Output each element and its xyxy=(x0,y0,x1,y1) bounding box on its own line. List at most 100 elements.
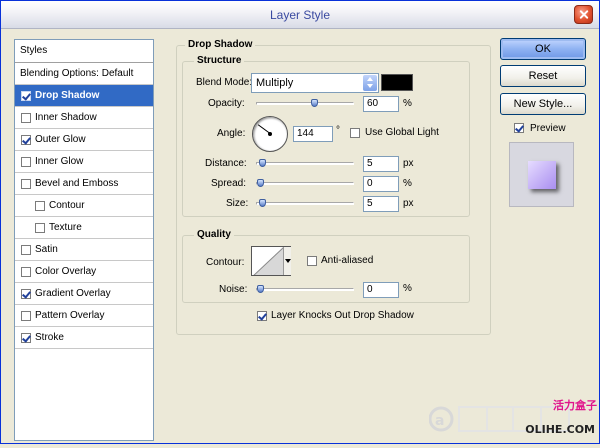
spread-input[interactable]: 0 xyxy=(363,176,399,192)
opacity-slider-thumb[interactable] xyxy=(311,99,318,107)
opacity-unit: % xyxy=(403,98,412,109)
size-unit: px xyxy=(403,198,414,209)
new-style-button[interactable]: New Style... xyxy=(500,93,586,115)
style-item-pattern-overlay[interactable]: Pattern Overlay xyxy=(15,305,153,327)
anti-aliased-label: Anti-aliased xyxy=(321,255,374,266)
blend-mode-value: Multiply xyxy=(256,77,294,89)
style-item-inner-shadow[interactable]: Inner Shadow xyxy=(15,107,153,129)
style-item-inner-glow[interactable]: Inner Glow xyxy=(15,151,153,173)
style-item-drop-shadow[interactable]: Drop Shadow xyxy=(15,85,153,107)
style-item-gradient-overlay[interactable]: Gradient Overlay xyxy=(15,283,153,305)
style-item-checkbox[interactable] xyxy=(21,157,31,167)
drop-shadow-title: Drop Shadow xyxy=(185,39,256,50)
watermark: a 活力盒子 OLIHE.COM xyxy=(428,397,600,445)
style-item-label: Bevel and Emboss xyxy=(35,178,119,189)
style-item-label: Satin xyxy=(35,244,58,255)
watermark-brand-cn: 活力盒子 xyxy=(553,399,597,412)
style-item-bevel-and-emboss[interactable]: Bevel and Emboss xyxy=(15,173,153,195)
angle-dial-center xyxy=(268,132,272,136)
title-bar[interactable]: Layer Style xyxy=(1,1,599,29)
style-item-label: Drop Shadow xyxy=(35,90,100,101)
style-item-checkbox[interactable] xyxy=(21,333,31,343)
anti-aliased-checkbox[interactable] xyxy=(307,256,317,266)
watermark-brand-en: OLIHE.COM xyxy=(525,423,595,436)
style-item-checkbox[interactable] xyxy=(21,267,31,277)
style-item-label: Stroke xyxy=(35,332,64,343)
style-item-label: Inner Shadow xyxy=(35,112,97,123)
style-item-checkbox[interactable] xyxy=(21,311,31,321)
style-item-checkbox[interactable] xyxy=(35,223,45,233)
style-item-label: Texture xyxy=(49,222,82,233)
contour-dropdown-arrow-icon[interactable] xyxy=(283,247,291,275)
style-preview-square xyxy=(528,161,556,189)
use-global-light-checkbox[interactable] xyxy=(350,128,360,138)
layer-style-dialog: Layer Style Styles Blending Options: Def… xyxy=(0,0,600,444)
opacity-label: Opacity: xyxy=(208,98,245,109)
spread-slider-thumb[interactable] xyxy=(257,179,264,187)
contour-label: Contour: xyxy=(206,257,245,268)
styles-list: Styles Blending Options: Default Drop Sh… xyxy=(14,39,154,441)
style-item-label: Color Overlay xyxy=(35,266,97,277)
style-item-label: Pattern Overlay xyxy=(35,310,105,321)
reset-button[interactable]: Reset xyxy=(500,65,586,87)
structure-title: Structure xyxy=(194,55,245,66)
style-item-checkbox[interactable] xyxy=(21,289,31,299)
layer-knocks-out-checkbox[interactable] xyxy=(257,311,267,321)
noise-label: Noise: xyxy=(219,284,248,295)
spread-unit: % xyxy=(403,178,412,189)
style-item-texture[interactable]: Texture xyxy=(15,217,153,239)
style-item-checkbox[interactable] xyxy=(21,245,31,255)
close-button[interactable] xyxy=(574,5,593,24)
size-slider[interactable] xyxy=(256,199,354,207)
contour-curve-icon xyxy=(253,247,285,275)
opacity-slider[interactable] xyxy=(256,99,354,107)
size-slider-thumb[interactable] xyxy=(259,199,266,207)
angle-label: Angle: xyxy=(217,128,246,139)
distance-input[interactable]: 5 xyxy=(363,156,399,172)
style-item-color-overlay[interactable]: Color Overlay xyxy=(15,261,153,283)
angle-unit: ° xyxy=(336,125,340,136)
distance-slider-thumb[interactable] xyxy=(259,159,266,167)
shadow-color-swatch[interactable] xyxy=(381,74,413,91)
svg-text:a: a xyxy=(435,413,444,429)
style-item-checkbox[interactable] xyxy=(21,91,31,101)
distance-label: Distance: xyxy=(205,158,247,169)
angle-dial[interactable] xyxy=(252,116,288,152)
window-title: Layer Style xyxy=(269,8,331,22)
style-preview-thumbnail xyxy=(509,142,574,207)
use-global-light-label: Use Global Light xyxy=(365,127,439,138)
blend-mode-label: Blend Mode: xyxy=(196,77,253,88)
preview-checkbox[interactable] xyxy=(514,123,524,133)
angle-input[interactable]: 144 xyxy=(293,126,333,142)
style-item-satin[interactable]: Satin xyxy=(15,239,153,261)
distance-unit: px xyxy=(403,158,414,169)
quality-title: Quality xyxy=(194,229,234,240)
style-item-label: Contour xyxy=(49,200,85,211)
noise-slider[interactable] xyxy=(256,285,354,293)
noise-unit: % xyxy=(403,283,412,294)
layer-knocks-out-label: Layer Knocks Out Drop Shadow xyxy=(271,310,414,321)
style-item-checkbox[interactable] xyxy=(35,201,45,211)
style-item-label: Inner Glow xyxy=(35,156,84,167)
noise-slider-thumb[interactable] xyxy=(257,285,264,293)
preview-label: Preview xyxy=(530,123,566,134)
noise-input[interactable]: 0 xyxy=(363,282,399,298)
spread-slider[interactable] xyxy=(256,179,354,187)
opacity-input[interactable]: 60 xyxy=(363,96,399,112)
distance-slider[interactable] xyxy=(256,159,354,167)
style-item-checkbox[interactable] xyxy=(21,113,31,123)
style-item-contour[interactable]: Contour xyxy=(15,195,153,217)
style-item-checkbox[interactable] xyxy=(21,135,31,145)
style-item-checkbox[interactable] xyxy=(21,179,31,189)
style-item-stroke[interactable]: Stroke xyxy=(15,327,153,349)
styles-list-header[interactable]: Styles xyxy=(15,40,153,63)
blend-mode-select[interactable]: Multiply xyxy=(251,73,379,93)
style-item-label: Outer Glow xyxy=(35,134,86,145)
size-label: Size: xyxy=(226,198,249,209)
ok-button[interactable]: OK xyxy=(500,38,586,60)
blending-options-item[interactable]: Blending Options: Default xyxy=(15,63,153,85)
size-input[interactable]: 5 xyxy=(363,196,399,212)
style-item-label: Gradient Overlay xyxy=(35,288,111,299)
style-item-outer-glow[interactable]: Outer Glow xyxy=(15,129,153,151)
spread-label: Spread: xyxy=(211,178,247,189)
